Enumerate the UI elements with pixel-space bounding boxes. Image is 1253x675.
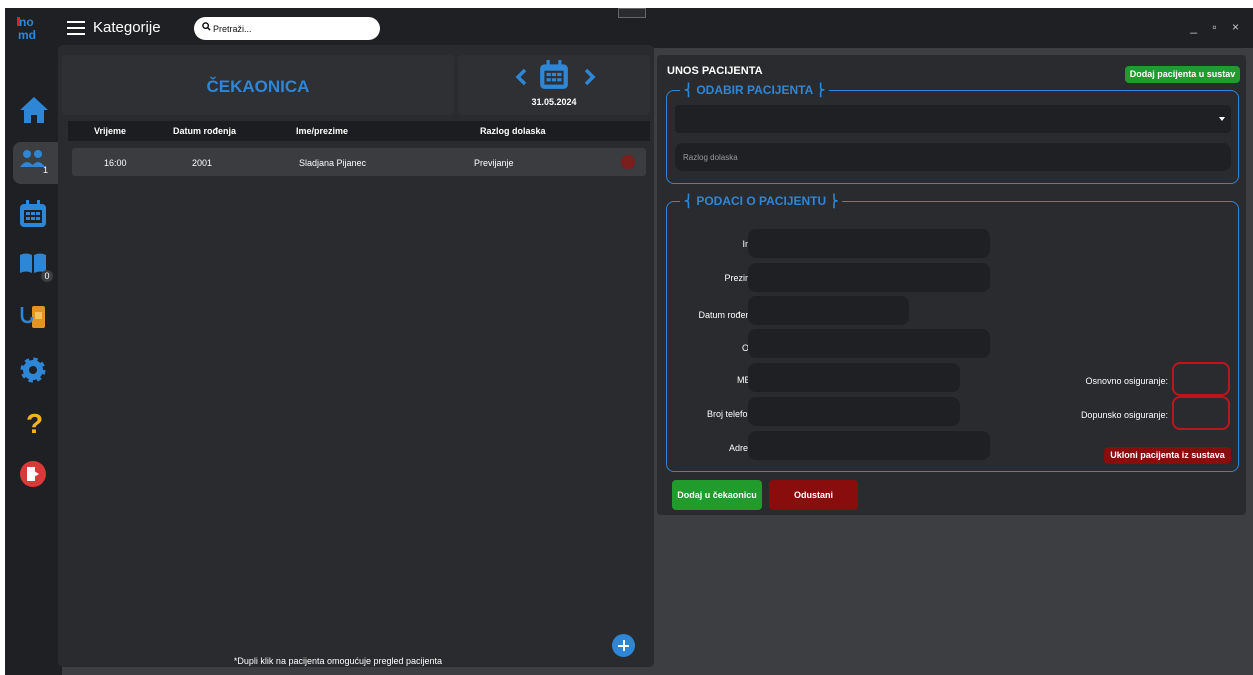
remove-patient-button[interactable]: Ukloni pacijenta iz sustava (1104, 447, 1231, 464)
add-patient-to-system-button[interactable]: Dodaj pacijenta u sustav (1125, 66, 1240, 83)
title-bar: no md Kategorije _ ▫ × (5, 8, 1253, 48)
svg-text:?: ? (26, 408, 43, 437)
drag-handle[interactable] (618, 8, 646, 18)
basic-insurance-label: Osnovno osiguranje: (1085, 376, 1168, 386)
column-header-time: Vrijeme (94, 126, 127, 136)
phone-label: Broj telefona: (706, 409, 760, 419)
home-icon (20, 97, 48, 123)
birth-date-input[interactable] (748, 296, 909, 325)
mbo-input[interactable] (748, 363, 960, 392)
calendar-icon[interactable] (538, 59, 570, 91)
search-box[interactable] (194, 17, 380, 40)
chevron-right-icon[interactable] (582, 68, 596, 86)
oib-input[interactable] (748, 329, 990, 358)
search-icon (202, 22, 211, 31)
cancel-button[interactable]: Odustani (769, 480, 858, 510)
sidebar-item-settings[interactable] (13, 350, 55, 392)
medical-device-icon (20, 306, 45, 328)
supplementary-insurance-label: Dopunsko osiguranje: (1080, 410, 1168, 420)
address-input[interactable] (748, 431, 990, 460)
patient-select-legend: ⎨ ODABIR PACIJENTA ⎬ (680, 83, 830, 97)
window-controls[interactable]: _ ▫ × (1190, 20, 1245, 34)
add-patient-fab[interactable] (612, 634, 635, 657)
sidebar-item-book[interactable]: 0 (13, 246, 55, 288)
row-birth: 2001 (192, 158, 213, 168)
waiting-room-title: ČEKAONICA (206, 77, 310, 96)
column-header-name: Ime/prezime (296, 126, 349, 136)
patients-badge: 1 (43, 165, 49, 175)
row-name: Sladjana Pijanec (299, 158, 367, 168)
book-badge: 0 (41, 270, 53, 282)
search-input[interactable] (213, 20, 373, 37)
add-to-waiting-room-button[interactable]: Dodaj u čekaonicu (672, 480, 762, 510)
logout-icon (20, 461, 46, 487)
remove-row-icon[interactable] (621, 155, 635, 169)
svg-text:no: no (19, 15, 34, 29)
birth-date-label: Datum rođenja: (698, 310, 760, 320)
column-header-birth: Datum rođenja (173, 126, 237, 136)
last-name-input[interactable] (748, 263, 990, 292)
reason-input[interactable] (675, 143, 1231, 171)
gear-icon (20, 357, 46, 383)
patient-select-dropdown[interactable] (675, 105, 1231, 133)
row-reason: Previjanje (474, 158, 514, 168)
table-row[interactable]: 16:00 2001 Sladjana Pijanec Previjanje (72, 148, 646, 176)
sidebar-item-help[interactable]: ? (13, 402, 55, 444)
svg-text:md: md (18, 28, 36, 42)
basic-insurance-checkbox[interactable] (1172, 362, 1230, 396)
row-time: 16:00 (104, 158, 127, 168)
chevron-down-icon (1219, 117, 1225, 121)
help-icon: ? (26, 408, 43, 437)
sidebar-item-medical[interactable] (13, 298, 55, 340)
calendar-icon (20, 200, 46, 227)
date-picker: 31.05.2024 (458, 55, 650, 115)
sidebar-item-logout[interactable] (13, 454, 55, 496)
supplementary-insurance-checkbox[interactable] (1172, 396, 1230, 430)
first-name-input[interactable] (748, 229, 990, 258)
menu-label[interactable]: Kategorije (93, 19, 161, 36)
sidebar-item-home[interactable] (13, 90, 55, 132)
patient-data-legend: ⎨ PODACI O PACIJENTU ⎬ (680, 194, 843, 208)
menu-icon[interactable] (67, 21, 85, 35)
sidebar-item-patients[interactable]: 1 (13, 142, 62, 184)
app-logo-icon: no md (15, 13, 45, 43)
patient-entry-title: UNOS PACIJENTA (667, 65, 763, 77)
table-hint: *Dupli klik na pacijenta omogućuje pregl… (233, 656, 443, 666)
waiting-room-header: ČEKAONICA (62, 55, 454, 115)
current-date: 31.05.2024 (531, 97, 577, 107)
chevron-left-icon[interactable] (515, 68, 529, 86)
column-header-reason: Razlog dolaska (480, 126, 546, 136)
phone-input[interactable] (748, 397, 960, 426)
table-header: Vrijeme Datum rođenja Ime/prezime Razlog… (68, 121, 650, 141)
sidebar-item-calendar[interactable] (13, 194, 55, 236)
